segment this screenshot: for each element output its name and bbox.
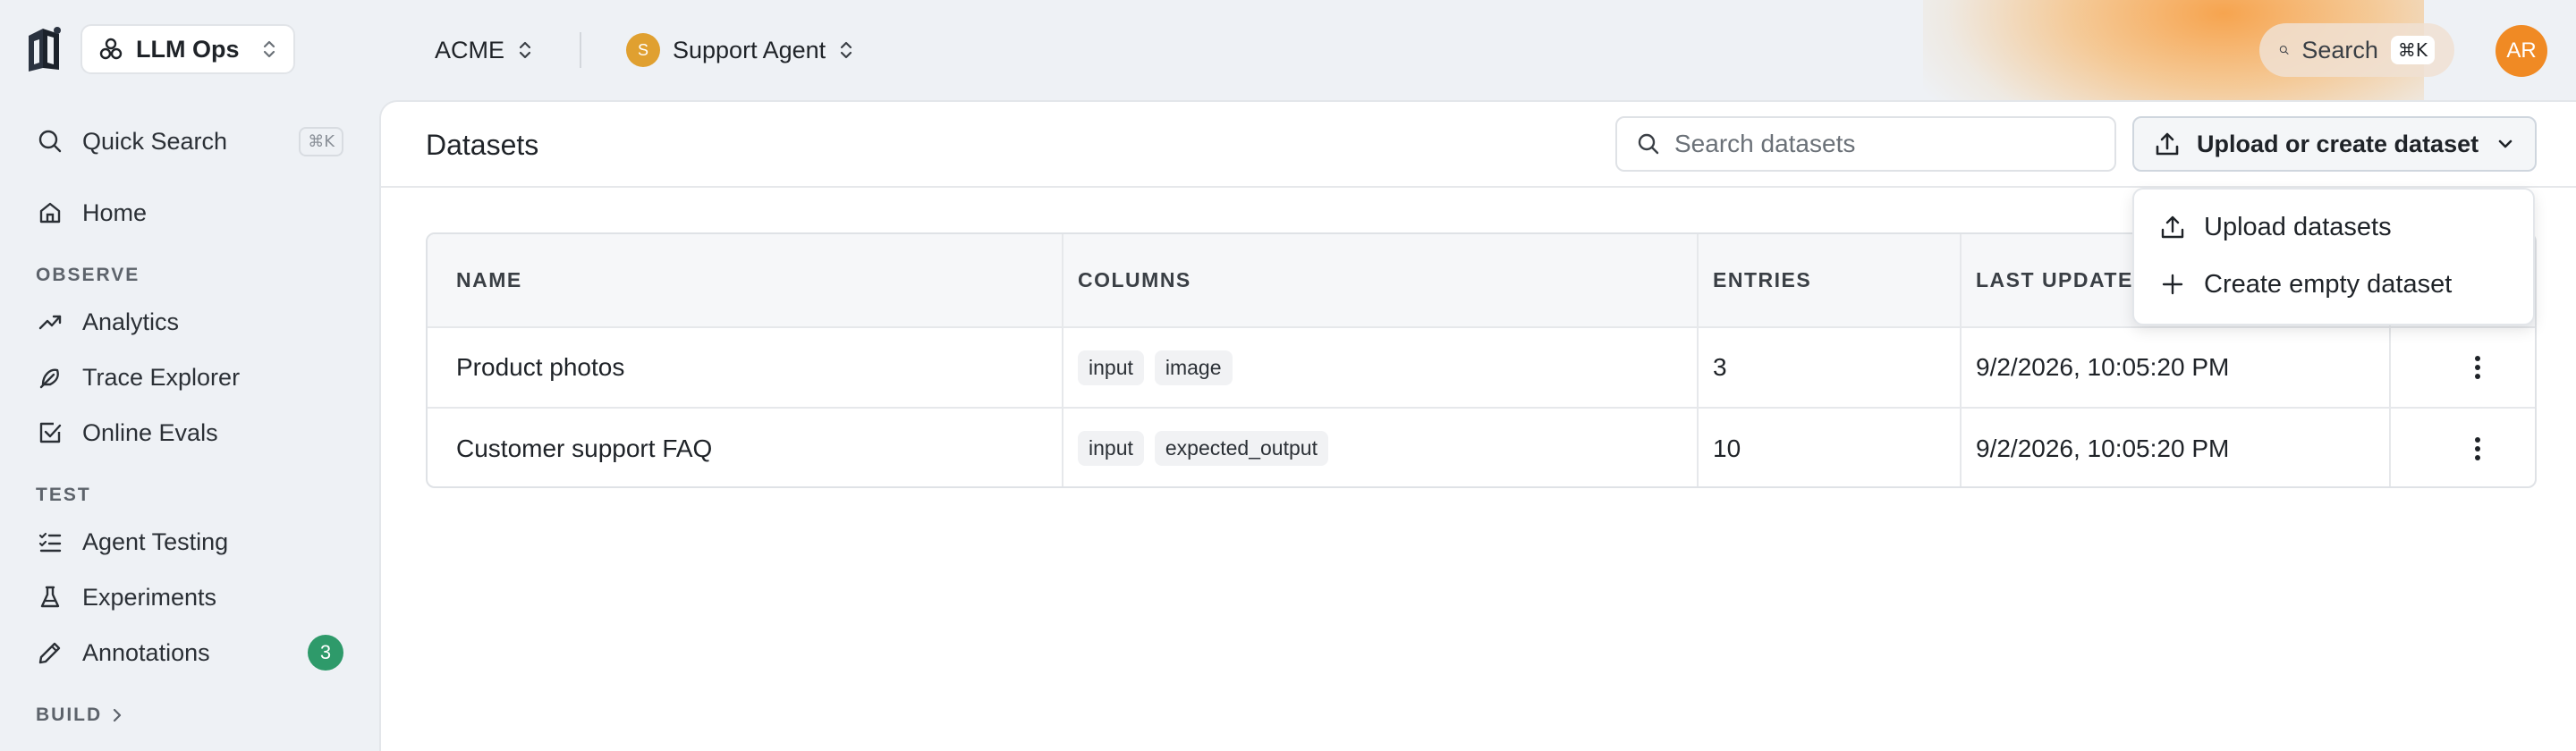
sidebar-item-analytics[interactable]: Analytics [36,300,343,343]
upload-icon [2156,132,2179,156]
sidebar-item-label: Online Evals [82,418,218,446]
chevron-right-icon [114,708,122,722]
menu-item-label: Create empty dataset [2204,269,2453,299]
global-search-label: Search [2301,36,2378,63]
search-icon [36,127,64,156]
sidebar-item-label: Agent Testing [82,527,229,555]
sidebar-item-label: Annotations [82,638,210,666]
chevron-up-down-icon [263,40,275,58]
quick-search-shortcut: ⌘K [299,126,343,156]
plus-icon [2162,274,2183,295]
dataset-columns: input expected_output [1063,408,1699,486]
feather-icon [36,363,64,392]
org-switcher[interactable]: ACME [435,27,533,73]
dataset-last-updated: 9/2/2026, 10:05:20 PM [1961,327,2391,408]
app-logo-icon[interactable] [23,23,68,75]
dataset-name[interactable]: Customer support FAQ [428,408,1063,486]
checkbox-icon [36,418,64,447]
search-shortcut: ⌘K [2390,36,2435,64]
top-divider [580,32,581,68]
sidebar-item-label: Home [82,198,148,226]
sidebar-section-observe: OBSERVE [36,265,140,285]
column-header-name[interactable]: NAME [428,234,1063,327]
pencil-icon [36,638,64,667]
dataset-entries: 10 [1698,408,1962,486]
trending-up-icon [36,308,64,336]
agent-switcher[interactable]: S Support Agent [626,27,854,73]
sidebar-item-quick-search[interactable]: Quick Search ⌘K [36,120,343,163]
dataset-columns: input image [1063,327,1699,408]
sidebar-item-label: Quick Search [82,127,228,155]
page-header: Datasets Upload or create dataset [381,102,2576,188]
table-row[interactable]: Product photos input image 3 9/2/2026, 10… [428,327,2535,408]
column-tag: image [1154,350,1233,385]
project-switcher[interactable]: LLM Ops [80,24,295,74]
search-icon [1638,133,1659,155]
sidebar-item-label: Analytics [82,308,180,335]
column-header-columns[interactable]: COLUMNS [1063,234,1699,327]
chevron-up-down-icon [841,41,852,59]
top-bar: LLM Ops ACME S Support Agent Search ⌘K A… [0,0,2576,161]
sidebar-item-trace-explorer[interactable]: Trace Explorer [36,356,343,399]
chevron-up-down-icon [519,41,531,59]
user-avatar[interactable]: AR [2496,25,2547,77]
menu-item-upload-datasets[interactable]: Upload datasets [2159,206,2392,249]
sidebar-item-agent-testing[interactable]: Agent Testing [36,520,343,563]
dataset-entries: 3 [1698,327,1962,408]
search-icon [2279,46,2289,55]
page-title: Datasets [426,129,539,161]
sidebar-item-home[interactable]: Home [36,191,343,234]
global-search-button[interactable]: Search ⌘K [2259,23,2454,77]
row-actions-cell [2390,408,2535,486]
sidebar-item-label: Trace Explorer [82,363,241,391]
project-cluster-icon [99,38,123,60]
sidebar-item-label: Experiments [82,583,217,611]
column-tag: expected_output [1154,431,1328,466]
chevron-down-icon [2498,139,2512,148]
sidebar-section-build[interactable]: BUILD [36,705,123,726]
table-row[interactable]: Customer support FAQ input expected_outpu… [428,408,2535,486]
org-name: ACME [435,36,505,63]
sidebar-section-label: BUILD [36,705,103,725]
column-tag: input [1078,350,1144,385]
column-tag: input [1078,431,1144,466]
agent-name: Support Agent [673,36,826,63]
list-checks-icon [36,527,64,556]
upload-dropdown-menu: Upload datasets Create empty dataset [2132,188,2535,325]
dataset-search[interactable] [1615,116,2116,172]
flask-icon [36,583,64,612]
home-icon [36,198,64,227]
project-name: LLM Ops [136,35,240,63]
dataset-name[interactable]: Product photos [428,327,1063,408]
row-actions-cell [2390,327,2535,408]
annotations-count-badge: 3 [308,635,343,671]
agent-avatar: S [626,33,660,67]
sidebar-item-online-evals[interactable]: Online Evals [36,411,343,454]
upload-button-label: Upload or create dataset [2197,130,2479,157]
column-header-entries[interactable]: ENTRIES [1698,234,1962,327]
sidebar: Quick Search ⌘K Home OBSERVE Analytics T… [0,100,379,751]
dataset-last-updated: 9/2/2026, 10:05:20 PM [1961,408,2391,486]
sidebar-item-annotations[interactable]: Annotations 3 [36,631,343,674]
menu-item-label: Upload datasets [2204,212,2392,241]
upload-icon [2161,215,2184,239]
more-options-icon[interactable] [2419,436,2535,461]
menu-item-create-empty-dataset[interactable]: Create empty dataset [2159,263,2452,306]
sidebar-section-test: TEST [36,485,91,505]
upload-or-create-button[interactable]: Upload or create dataset [2132,116,2537,172]
sidebar-item-experiments[interactable]: Experiments [36,576,343,619]
dataset-search-input[interactable] [1674,130,2095,158]
more-options-icon[interactable] [2419,355,2535,380]
